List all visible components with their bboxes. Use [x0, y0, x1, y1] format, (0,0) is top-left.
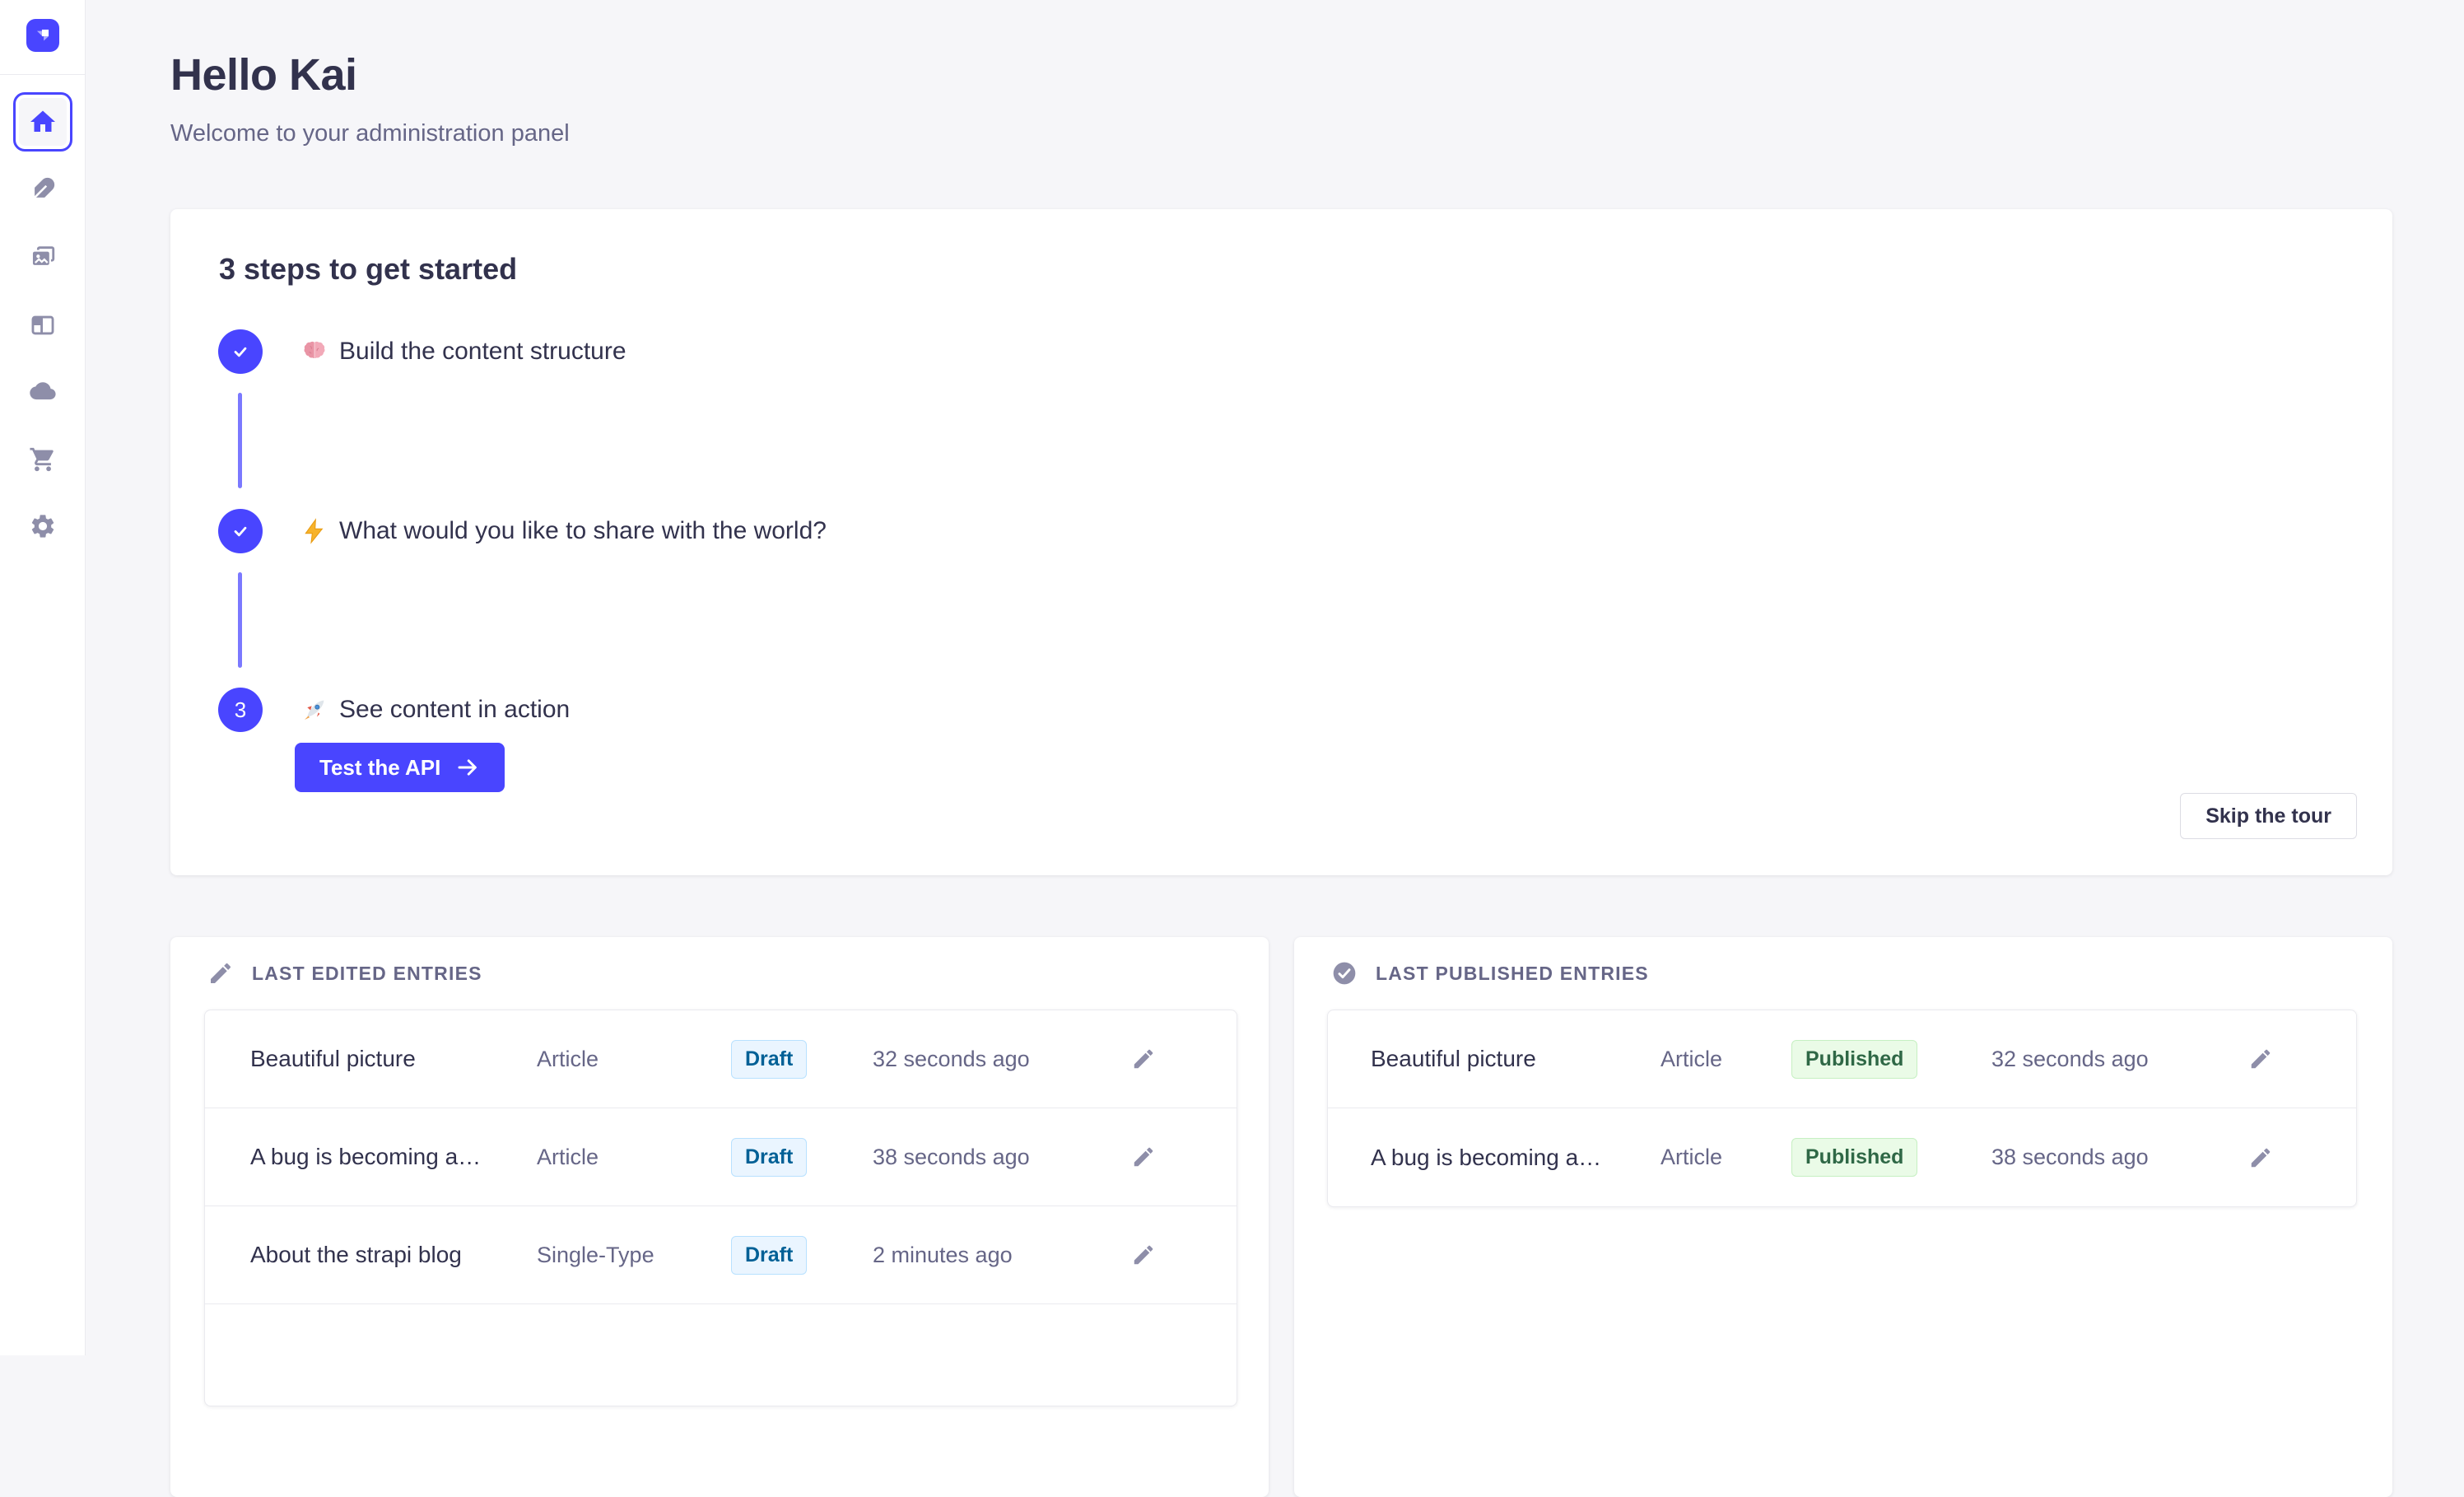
pencil-icon: [2248, 1145, 2273, 1170]
media-library-icon: [29, 243, 57, 271]
entry-title: A bug is becoming a…: [1371, 1145, 1661, 1171]
entry-type: Article: [537, 1145, 731, 1170]
onboarding-card: 3 steps to get started Build the content…: [170, 209, 2392, 875]
step-2-completed-circle: [218, 509, 263, 553]
sidebar-item-content-type-builder[interactable]: [29, 311, 57, 339]
edit-entry-button[interactable]: [2247, 1045, 2275, 1073]
last-edited-entries-title: LAST EDITED ENTRIES: [252, 963, 482, 985]
last-edited-entries-panel: LAST EDITED ENTRIES Beautiful picture Ar…: [170, 937, 1269, 1497]
onboarding-step-2: What would you like to share with the wo…: [218, 509, 827, 553]
entry-type: Article: [1661, 1145, 1791, 1170]
last-published-entries-panel: LAST PUBLISHED ENTRIES Beautiful picture…: [1294, 937, 2392, 1497]
check-circle-icon: [1331, 960, 1358, 986]
strapi-admin-homepage: { "sidebar": { "items": [ { "name": "hom…: [0, 0, 2464, 1355]
check-icon: [230, 341, 251, 362]
rocket-emoji-icon: [301, 697, 328, 723]
pencil-icon: [1131, 1145, 1156, 1169]
table-row[interactable]: Beautiful picture Article Published 32 s…: [1328, 1010, 2356, 1108]
pencil-icon: [1131, 1243, 1156, 1267]
entry-time: 38 seconds ago: [1991, 1145, 2247, 1170]
entry-title: About the strapi blog: [250, 1242, 537, 1268]
pencil-icon: [207, 960, 234, 986]
entry-title: Beautiful picture: [250, 1046, 537, 1072]
onboarding-title: 3 steps to get started: [219, 252, 517, 287]
last-edited-entries-table: Beautiful picture Article Draft 32 secon…: [204, 1010, 1237, 1406]
feather-pen-icon: [29, 175, 57, 203]
strapi-logo[interactable]: [26, 19, 59, 52]
entry-type: Article: [537, 1047, 731, 1072]
entry-time: 32 seconds ago: [1991, 1047, 2247, 1072]
step-2-label: What would you like to share with the wo…: [339, 517, 827, 545]
edit-entry-button[interactable]: [1130, 1045, 1157, 1073]
status-badge: Published: [1791, 1040, 1917, 1079]
cloud-icon: [29, 378, 57, 406]
last-edited-entries-header: LAST EDITED ENTRIES: [207, 960, 482, 986]
step-3-number: 3: [235, 697, 246, 723]
step-1-completed-circle: [218, 329, 263, 374]
status-badge: Published: [1791, 1138, 1917, 1177]
step-3-number-circle: 3: [218, 688, 263, 732]
shopping-cart-icon: [29, 445, 57, 473]
sidebar-item-marketplace[interactable]: [29, 445, 57, 473]
sidebar-item-content-manager[interactable]: [29, 175, 57, 203]
entry-time: 32 seconds ago: [873, 1047, 1130, 1072]
pencil-icon: [2248, 1047, 2273, 1071]
edit-entry-button[interactable]: [2247, 1144, 2275, 1172]
entry-type: Single-Type: [537, 1243, 731, 1268]
last-published-entries-header: LAST PUBLISHED ENTRIES: [1331, 960, 1649, 986]
sidebar: [0, 0, 86, 1355]
step-connector: [238, 393, 242, 488]
onboarding-step-3: 3 See content in action: [218, 688, 570, 732]
status-badge: Draft: [731, 1040, 807, 1079]
home-icon: [28, 107, 58, 137]
arrow-right-icon: [455, 755, 480, 780]
entry-title: A bug is becoming a…: [250, 1144, 537, 1170]
status-badge: Draft: [731, 1236, 807, 1275]
entry-time: 2 minutes ago: [873, 1243, 1130, 1268]
zap-emoji-icon: [301, 518, 328, 544]
table-row[interactable]: A bug is becoming a… Article Draft 38 se…: [205, 1108, 1237, 1206]
sidebar-item-deploy[interactable]: [29, 378, 57, 406]
sidebar-item-home[interactable]: [13, 92, 72, 152]
sidebar-divider: [0, 74, 85, 75]
entry-title: Beautiful picture: [1371, 1046, 1661, 1072]
sidebar-item-settings[interactable]: [29, 512, 57, 540]
edit-entry-button[interactable]: [1130, 1143, 1157, 1171]
test-the-api-label: Test the API: [319, 755, 440, 781]
gear-icon: [29, 512, 57, 540]
skip-the-tour-button[interactable]: Skip the tour: [2180, 793, 2357, 839]
onboarding-step-1: Build the content structure: [218, 329, 626, 374]
table-row[interactable]: Beautiful picture Article Draft 32 secon…: [205, 1010, 1237, 1108]
page-title: Hello Kai: [170, 49, 357, 100]
step-1-label: Build the content structure: [339, 338, 626, 366]
strapi-logo-icon: [32, 25, 54, 46]
entry-type: Article: [1661, 1047, 1791, 1072]
entry-time: 38 seconds ago: [873, 1145, 1130, 1170]
pencil-icon: [1131, 1047, 1156, 1071]
check-icon: [230, 520, 251, 542]
sidebar-item-media-library[interactable]: [29, 243, 57, 271]
layout-icon: [29, 311, 57, 339]
brain-emoji-icon: [301, 338, 328, 365]
edit-entry-button[interactable]: [1130, 1241, 1157, 1269]
last-published-entries-title: LAST PUBLISHED ENTRIES: [1376, 963, 1649, 985]
table-row[interactable]: A bug is becoming a… Article Published 3…: [1328, 1108, 2356, 1206]
step-connector: [238, 572, 242, 668]
page-subtitle: Welcome to your administration panel: [170, 120, 570, 147]
status-badge: Draft: [731, 1138, 807, 1177]
last-published-entries-table: Beautiful picture Article Published 32 s…: [1327, 1010, 2357, 1207]
test-the-api-button[interactable]: Test the API: [295, 743, 505, 792]
step-3-label: See content in action: [339, 696, 570, 724]
table-row[interactable]: About the strapi blog Single-Type Draft …: [205, 1206, 1237, 1304]
